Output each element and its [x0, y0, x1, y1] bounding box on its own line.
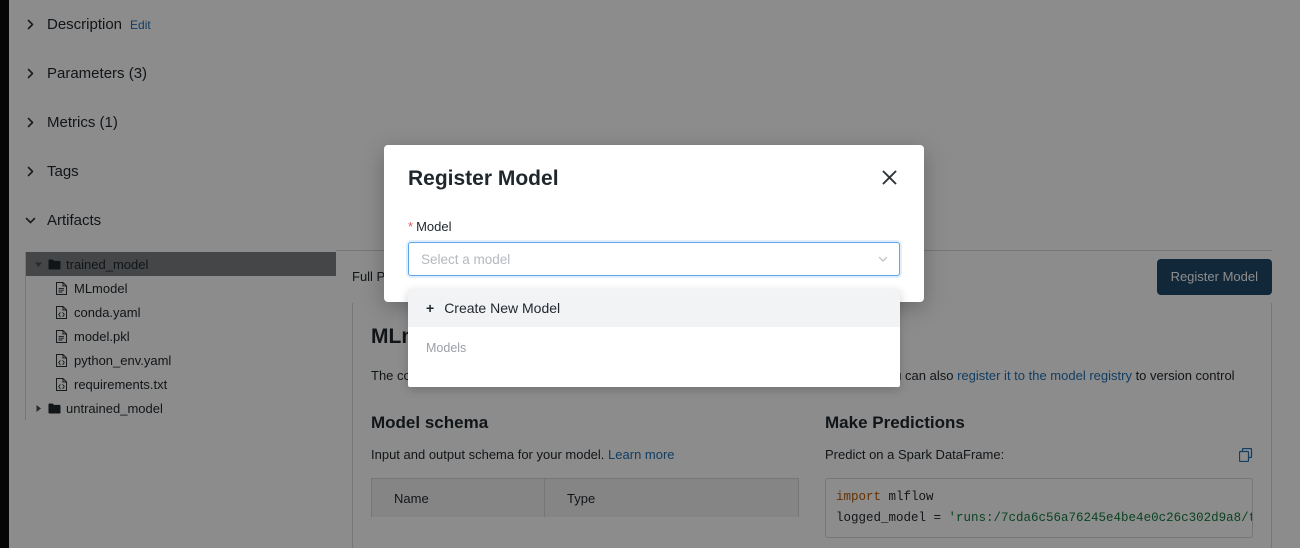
model-label-text: Model: [416, 219, 452, 234]
model-field-label: * Model: [408, 219, 900, 234]
modal-title: Register Model: [408, 167, 559, 190]
page-root: Description Edit Parameters (3) Metrics …: [0, 0, 1300, 548]
dropdown-group-label: Models: [426, 341, 467, 355]
create-new-model-label: Create New Model: [444, 300, 561, 316]
model-select-placeholder: Select a model: [421, 251, 511, 267]
close-icon[interactable]: [879, 167, 900, 188]
plus-icon: +: [426, 300, 435, 316]
register-model-modal: Register Model * Model Select a model: [384, 145, 924, 302]
model-select-dropdown: + Create New Model Models: [408, 289, 900, 387]
modal-header: Register Model: [408, 167, 900, 191]
create-new-model-option[interactable]: + Create New Model: [408, 289, 900, 327]
chevron-down-icon[interactable]: [877, 253, 889, 265]
model-select-input[interactable]: Select a model: [408, 242, 900, 276]
dropdown-empty-area: [408, 369, 900, 387]
required-marker: *: [408, 219, 414, 234]
